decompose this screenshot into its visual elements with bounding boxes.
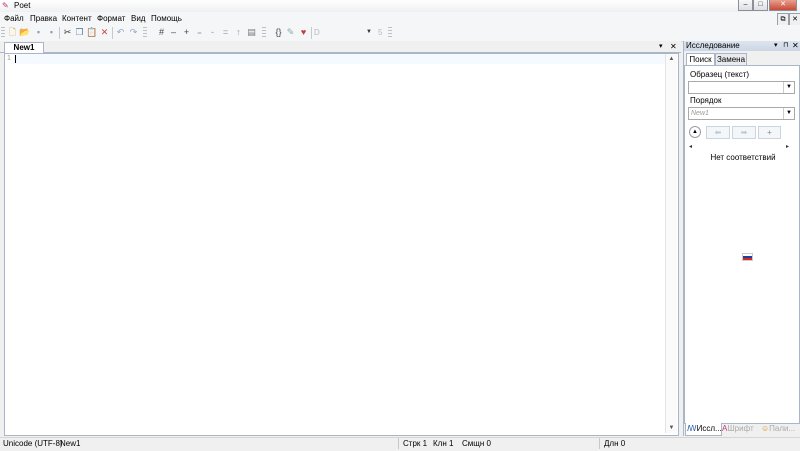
font-combo[interactable]: D ▼ 5 [314, 27, 382, 38]
tab-palette-bottom[interactable]: ☺Пали... [761, 423, 799, 435]
new-file-icon[interactable]: 🗋 [7, 27, 18, 38]
language-flag-icon[interactable] [742, 253, 753, 261]
order-select[interactable]: New1 ▼ [688, 107, 795, 120]
menu-file[interactable]: Файл [4, 14, 24, 24]
tab-menu-icon[interactable]: ▾ [659, 42, 663, 52]
font-size-value[interactable]: 5 [378, 27, 382, 38]
editor-area[interactable] [4, 53, 679, 436]
status-length: Длн 0 [604, 439, 626, 448]
copy-icon[interactable]: ❐ [74, 27, 85, 38]
scroll-left-icon[interactable]: ◂ [689, 143, 692, 151]
tab-research-bottom[interactable]: ꟿИссл... [685, 423, 722, 436]
indent-icon[interactable]: ↑ [233, 27, 244, 38]
current-line-highlight [14, 54, 666, 64]
toolbar-separator [311, 27, 312, 39]
braces-icon[interactable]: {} [273, 27, 284, 38]
format-box-icon[interactable]: ▤ [246, 27, 257, 38]
maximize-button[interactable]: □ [753, 0, 768, 11]
close-tab-icon[interactable]: ✕ [670, 42, 677, 52]
title-bar: ✎ Poet – □ ✕ [0, 0, 800, 12]
previous-match-button[interactable]: ⬅ [706, 126, 730, 139]
chevron-down-icon[interactable]: ▼ [366, 27, 372, 38]
toolbar-separator [112, 27, 113, 39]
collapse-up-icon[interactable]: ▲ [689, 126, 701, 138]
save-all-icon[interactable]: ▪ [46, 27, 57, 38]
app-icon: ✎ [2, 1, 9, 10]
line-number: 1 [7, 55, 11, 62]
window-title: Poet [14, 1, 31, 10]
toolbar-grip[interactable] [388, 27, 392, 39]
order-value: New1 [691, 110, 709, 117]
scroll-right-icon[interactable]: ▸ [786, 143, 789, 151]
delete-icon[interactable]: ✕ [99, 27, 110, 38]
document-tab-strip [0, 41, 681, 53]
status-offset: Смщн 0 [462, 439, 491, 448]
open-folder-icon[interactable]: 📂 [19, 27, 30, 38]
subscript-icon[interactable]: ₌ [194, 27, 205, 38]
panel-title: Исследование [686, 41, 740, 50]
text-caret [15, 55, 16, 63]
order-label: Порядок [690, 96, 722, 105]
status-separator [599, 438, 600, 449]
panel-close-icon[interactable]: ✕ [792, 41, 799, 51]
undo-icon[interactable]: ↶ [115, 27, 126, 38]
tab-font-bottom[interactable]: AШрифт [722, 423, 759, 435]
scroll-up-icon[interactable]: ▲ [666, 54, 677, 64]
menu-view[interactable]: Вид [131, 14, 145, 24]
menu-edit[interactable]: Правка [30, 14, 57, 24]
toolbar: 🗋 📂 ▪ ▪ ✂ ❐ 📋 ✕ ↶ ↷ # – + ₌ - = ↑ ▤ {} ✎… [0, 25, 800, 42]
panel-menu-icon[interactable]: ▾ [774, 41, 778, 51]
menu-bar: Файл Правка Контент Формат Вид Помощь [0, 12, 800, 25]
status-bar [0, 437, 800, 451]
numbered-icon[interactable]: # [156, 27, 167, 38]
chevron-down-icon[interactable]: ▼ [783, 108, 794, 119]
menu-format[interactable]: Формат [97, 14, 125, 24]
chevron-down-icon[interactable]: ▼ [783, 82, 794, 93]
save-icon[interactable]: ▪ [33, 27, 44, 38]
heart-check-icon[interactable]: ♥ [298, 27, 309, 38]
pin-icon[interactable]: ⊓ [783, 41, 788, 51]
status-line: Стрк 1 [403, 439, 428, 448]
cut-icon[interactable]: ✂ [62, 27, 73, 38]
pattern-label: Образец (текст) [690, 70, 750, 79]
menu-content[interactable]: Контент [62, 14, 92, 24]
next-match-button[interactable]: ➡ [732, 126, 756, 139]
equals-icon[interactable]: = [220, 27, 231, 38]
minimize-button[interactable]: – [738, 0, 753, 11]
minus-icon[interactable]: - [207, 27, 218, 38]
pattern-input[interactable]: ▼ [688, 81, 795, 94]
decrease-icon[interactable]: – [168, 27, 179, 38]
vertical-scrollbar[interactable]: ▲ ▼ [665, 54, 677, 433]
paste-icon[interactable]: 📋 [86, 27, 97, 38]
close-button[interactable]: ✕ [769, 0, 797, 11]
research-icon: ꟿ [687, 424, 697, 433]
increase-icon[interactable]: + [181, 27, 192, 38]
panel-header: Исследование ▾ ⊓ ✕ [684, 41, 800, 51]
redo-icon[interactable]: ↷ [128, 27, 139, 38]
palette-icon: ☺ [761, 424, 770, 433]
font-value: D [314, 28, 320, 37]
tab-search[interactable]: Поиск [686, 53, 715, 65]
toolbar-grip[interactable] [262, 27, 266, 39]
scroll-down-icon[interactable]: ▼ [666, 423, 677, 433]
add-button[interactable]: + [758, 126, 781, 139]
status-encoding[interactable]: Unicode (UTF-8) [3, 439, 63, 449]
status-column: Клн 1 [433, 439, 454, 448]
tool-icon[interactable]: ✎ [285, 27, 296, 38]
toolbar-grip[interactable] [143, 27, 147, 39]
no-matches-text: Нет соответствий [710, 153, 776, 162]
status-separator [398, 438, 399, 449]
toolbar-separator [59, 27, 60, 39]
tab-new1[interactable]: New1 [4, 42, 44, 53]
toolbar-grip[interactable] [1, 27, 5, 39]
menu-help[interactable]: Помощь [151, 14, 182, 24]
status-document: New1 [60, 439, 81, 448]
